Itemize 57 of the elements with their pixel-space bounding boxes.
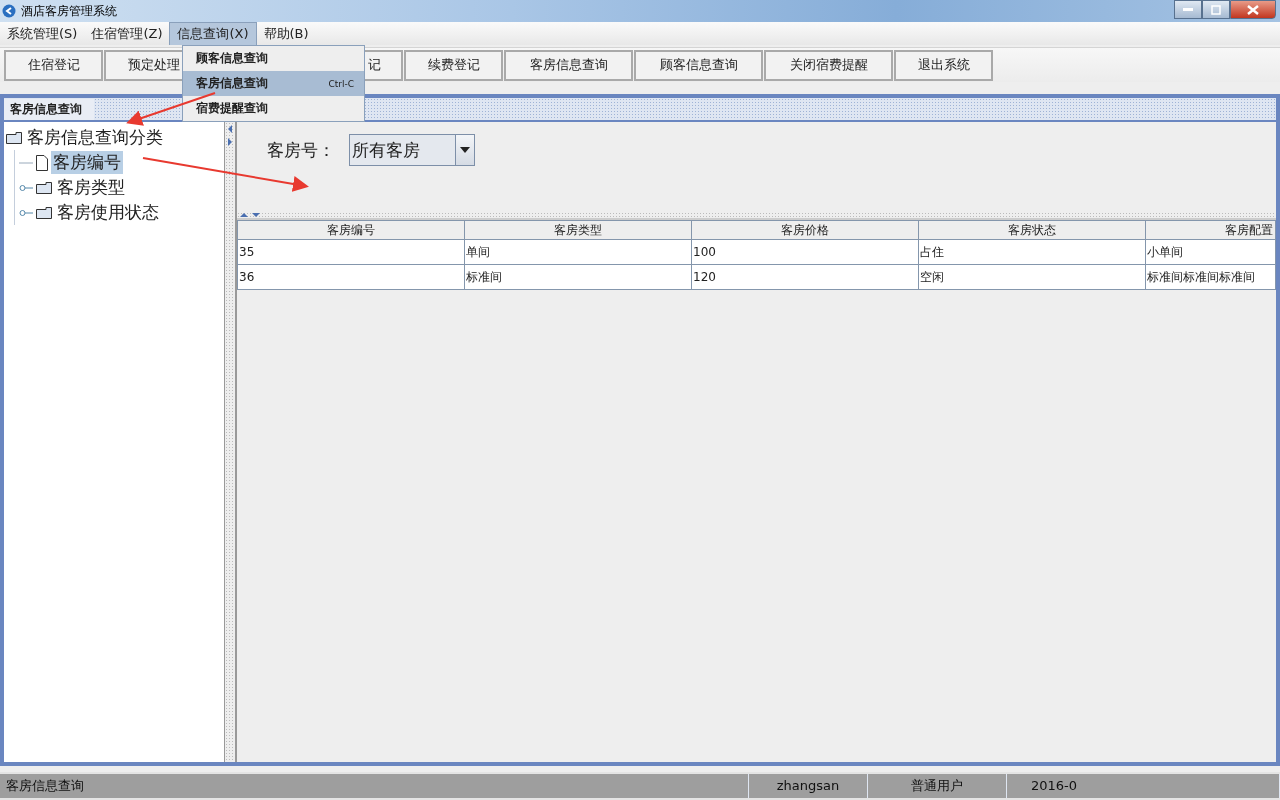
tree-item[interactable]: 客房信息查询分类 <box>25 126 165 149</box>
status-text: 2016-0 <box>1007 774 1280 798</box>
table-cell: 单间 <box>464 239 692 265</box>
toolbar-button[interactable]: 客房信息查询 <box>504 49 633 81</box>
folder-icon <box>36 206 52 219</box>
menu-item[interactable]: 住宿管理(Z) <box>84 22 170 45</box>
column-header[interactable]: 客房价格 <box>691 220 919 240</box>
splitter-arrows-icon <box>227 124 233 148</box>
column-header[interactable]: 客房状态 <box>918 220 1146 240</box>
column-header[interactable]: 客房配置 <box>1145 220 1276 240</box>
toolbar-button[interactable]: 顾客信息查询 <box>634 49 763 81</box>
maximize-button[interactable] <box>1202 0 1230 19</box>
expand-icon[interactable] <box>19 208 33 217</box>
tree-item[interactable]: 客房使用状态 <box>55 201 161 224</box>
tree-line-icon <box>19 160 33 165</box>
frame-title: 客房信息查询 <box>4 98 94 120</box>
table-cell: 36 <box>237 264 465 290</box>
column-header[interactable]: 客房编号 <box>237 220 465 240</box>
maximize-icon <box>1211 4 1221 15</box>
tree-item[interactable]: 客房编号 <box>51 151 123 174</box>
splitter[interactable] <box>225 122 237 762</box>
tree-item[interactable]: 客房类型 <box>55 176 127 199</box>
column-header[interactable]: 客房类型 <box>464 220 692 240</box>
window-title: 酒店客房管理系统 <box>21 2 117 20</box>
menu-item[interactable]: 信息查询(X) <box>169 22 257 45</box>
app-icon <box>2 4 16 18</box>
menu-item[interactable]: 系统管理(S) <box>0 22 85 45</box>
status-text: zhangsan <box>749 774 868 798</box>
minimize-button[interactable] <box>1174 0 1202 19</box>
menu-item[interactable]: 宿费提醒查询 <box>183 96 364 121</box>
dropdown-arrow-icon <box>460 147 470 153</box>
toolbar-button[interactable]: 续费登记 <box>404 49 503 81</box>
expand-icon[interactable] <box>19 183 33 192</box>
toolbar-button[interactable]: 退出系统 <box>894 49 993 81</box>
status-text: 客房信息查询 <box>0 774 749 798</box>
toolbar-button[interactable]: 住宿登记 <box>4 49 103 81</box>
room-dropdown[interactable]: 所有客房 <box>349 134 475 166</box>
table-cell: 标准间标准间标准间 <box>1145 264 1276 290</box>
toolbar-button[interactable]: 关闭宿费提醒 <box>764 49 893 81</box>
folder-icon <box>36 181 52 194</box>
table-cell: 占住 <box>918 239 1146 265</box>
close-button[interactable] <box>1230 0 1276 19</box>
folder-icon[interactable] <box>6 131 22 144</box>
close-icon <box>1247 4 1259 15</box>
table-cell: 120 <box>691 264 919 290</box>
table-cell: 100 <box>691 239 919 265</box>
filter-label: 客房号： <box>267 139 335 162</box>
table-cell: 标准间 <box>464 264 692 290</box>
table-cell: 35 <box>237 239 465 265</box>
table-cell: 小单间 <box>1145 239 1276 265</box>
menu-item[interactable]: 帮助(B) <box>256 22 316 45</box>
document-icon <box>36 154 48 171</box>
status-text: 普通用户 <box>868 774 1007 798</box>
minimize-icon <box>1183 7 1193 12</box>
table-cell: 空闲 <box>918 264 1146 290</box>
splitter-arrows-icon <box>239 212 261 218</box>
menu-item[interactable]: 客房信息查询 Ctrl-C <box>183 71 364 96</box>
